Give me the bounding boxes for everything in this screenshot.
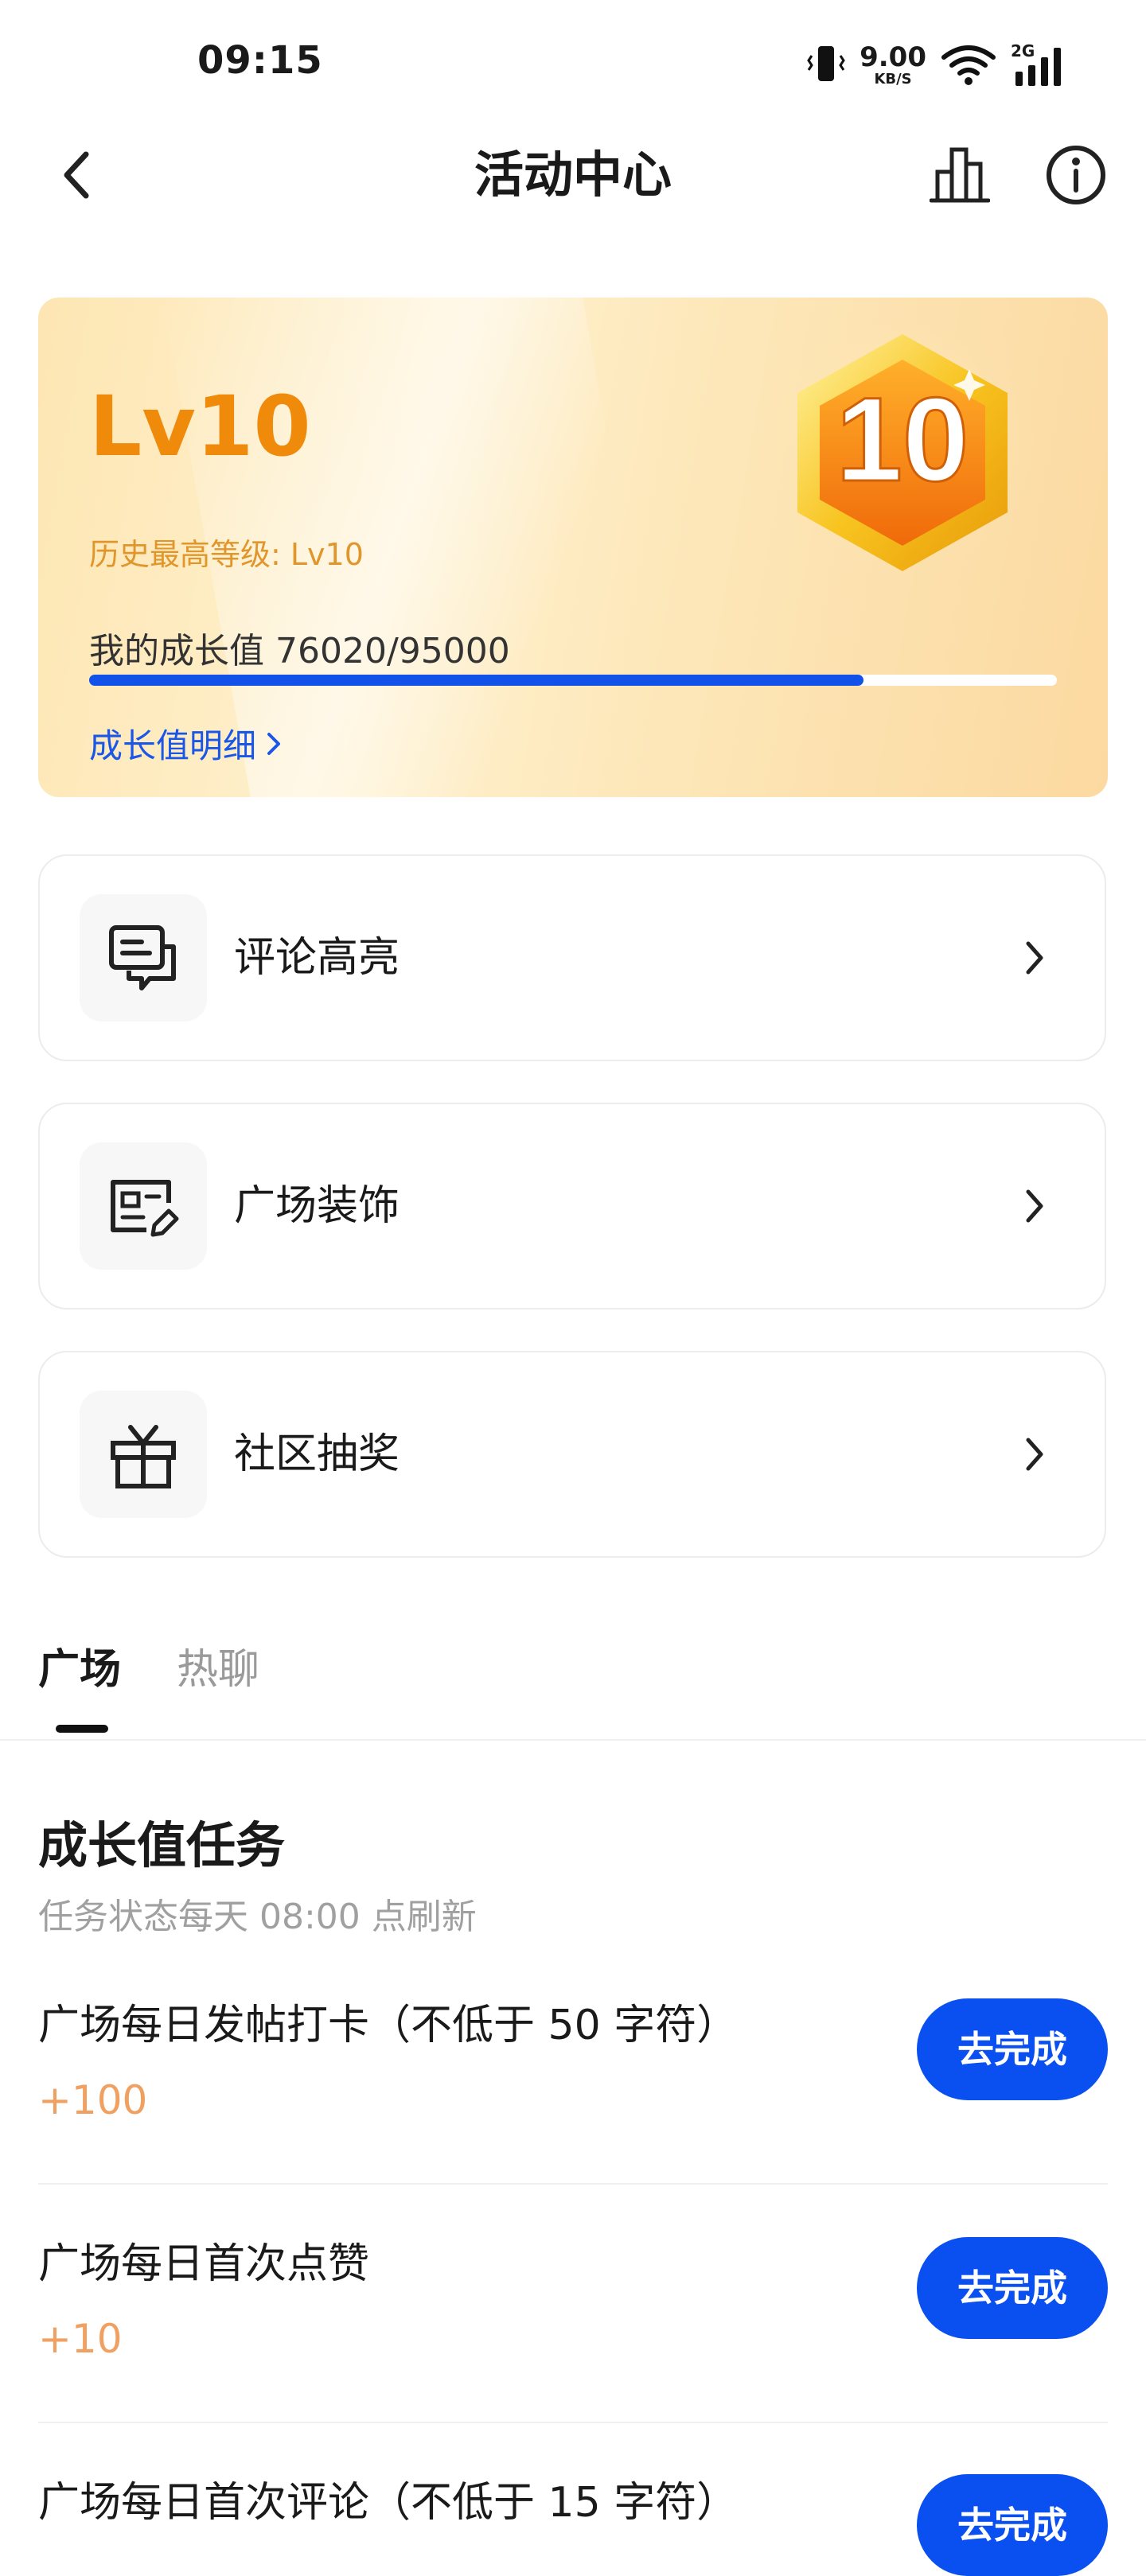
menu-label: 评论高亮 (234, 934, 400, 982)
growth-progress-bar (89, 675, 1057, 686)
tasks-refresh-note: 任务状态每天 08:00 点刷新 (38, 1897, 477, 1937)
level-card: Lv10 历史最高等级: Lv10 我的成长值 76020/95000 成长值明… (38, 298, 1108, 797)
tab-hot-chat[interactable]: 热聊 (177, 1642, 259, 1698)
menu-item-comment-highlight[interactable]: 评论高亮 (38, 854, 1106, 1061)
level-badge-icon: 10 (767, 321, 1038, 576)
info-icon (1047, 146, 1105, 204)
tab-plaza[interactable]: 广场 (38, 1642, 121, 1698)
tab-bar: 广场 热聊 (0, 1623, 1146, 1741)
menu-label: 广场装饰 (234, 1182, 400, 1230)
task-points: +100 (38, 2077, 148, 2123)
wifi-icon (941, 41, 996, 89)
net-speed: 9.00 KB/S (860, 41, 926, 88)
task-complete-button[interactable]: 去完成 (917, 1998, 1108, 2100)
divider (38, 2422, 1108, 2423)
task-name: 广场每日首次点赞 (38, 2240, 370, 2288)
badge-number: 10 (836, 372, 969, 506)
task-points: +10 (38, 2316, 123, 2362)
ranking-button[interactable] (926, 142, 993, 208)
growth-detail-link[interactable]: 成长值明细 (89, 719, 283, 768)
gift-icon (111, 1425, 176, 1488)
comment-highlight-icon (109, 925, 176, 990)
menu-label: 社区抽奖 (234, 1430, 400, 1478)
status-icons: 9.00 KB/S 2G (807, 41, 1070, 89)
status-bar: 09:15 9.00 KB/S 2G (0, 0, 1146, 127)
history-best-level: 历史最高等级: Lv10 (89, 537, 364, 572)
tasks-section-title: 成长值任务 (38, 1816, 286, 1874)
nav-bar: 活动中心 (0, 127, 1146, 223)
chevron-right-icon (1026, 1189, 1043, 1223)
menu-item-plaza-decoration[interactable]: 广场装饰 (38, 1103, 1106, 1309)
level-title: Lv10 (89, 378, 311, 475)
task-complete-button[interactable]: 去完成 (917, 2474, 1108, 2576)
vibrate-icon (807, 41, 845, 89)
growth-value: 我的成长值 76020/95000 (89, 631, 510, 671)
status-time: 09:15 (197, 38, 323, 83)
signal-icon: 2G (1011, 41, 1070, 88)
info-button[interactable] (1043, 142, 1109, 208)
divider (38, 2183, 1108, 2185)
tab-active-indicator (56, 1725, 108, 1733)
bar-chart-icon (930, 147, 990, 203)
task-name: 广场每日首次评论（不低于 15 字符） (38, 2479, 739, 2527)
chevron-right-icon (1026, 1438, 1043, 1471)
chevron-right-icon (267, 732, 281, 755)
menu-item-community-lottery[interactable]: 社区抽奖 (38, 1351, 1106, 1558)
task-name: 广场每日发帖打卡（不低于 50 字符） (38, 2002, 739, 2049)
task-complete-button[interactable]: 去完成 (917, 2237, 1108, 2339)
growth-progress-fill (89, 675, 864, 686)
profile-edit-icon (111, 1180, 179, 1237)
chevron-right-icon (1026, 941, 1043, 975)
divider (0, 1739, 1146, 1741)
